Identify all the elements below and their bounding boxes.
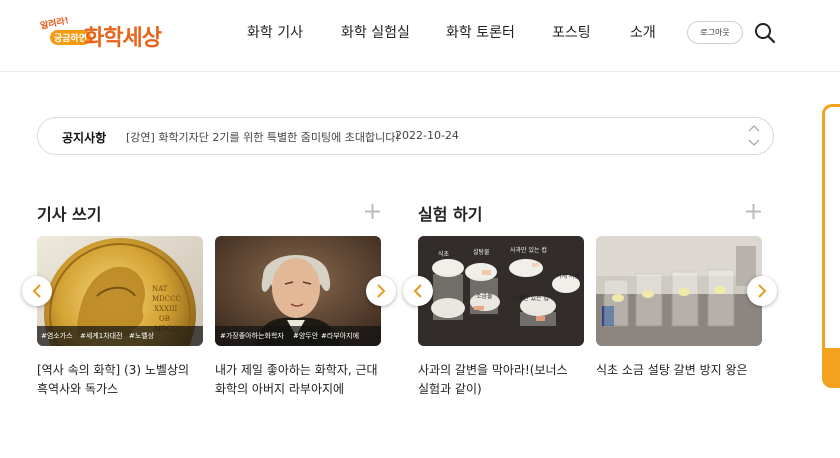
article-card-nobel[interactable]: NAT MDCCC XXXIII OB MDCCC #염소가스 #세계1차대전 … — [37, 236, 203, 346]
svg-text:MDCCC: MDCCC — [152, 295, 181, 303]
photo-label: 사과만 있는 컵 — [510, 246, 547, 254]
plus-icon[interactable] — [745, 203, 762, 220]
caption-line: 식초 소금 설탕 갈변 방지 왕은 — [596, 363, 748, 377]
article-card-lavoisier[interactable]: #가장좋아하는화학자 #양두안 #라부아지에 — [215, 236, 381, 346]
carousel-prev-button[interactable] — [22, 276, 52, 306]
tag[interactable]: #노벨상 — [129, 331, 154, 341]
chevron-right-icon — [758, 284, 767, 298]
notice-text[interactable]: [강연] 화학기자단 2기를 위한 특별한 줌미팅에 초대합니다! — [126, 129, 400, 145]
photo-label: 설탕물 — [473, 248, 490, 256]
section-title-write: 기사 쓰기 — [37, 205, 102, 224]
chevron-down-icon[interactable] — [748, 138, 760, 148]
glasses-photo — [596, 236, 762, 346]
tag[interactable]: #라부아지에 — [321, 331, 359, 341]
chevron-left-icon — [32, 284, 41, 298]
nav-posting[interactable]: 포스팅 — [552, 22, 591, 42]
experiment-caption-glasses[interactable]: 식초 소금 설탕 갈변 방지 왕은 — [596, 361, 766, 380]
photo-label: 가게 사람 — [556, 272, 580, 280]
plus-icon[interactable] — [364, 203, 381, 220]
carousel-next-button[interactable] — [366, 276, 396, 306]
nav-about[interactable]: 소개 — [630, 22, 656, 42]
tag[interactable]: #가장좋아하는화학자 — [220, 331, 284, 341]
chevron-left-icon — [413, 284, 422, 298]
logo-text: 화학세상 — [84, 26, 162, 51]
svg-text:XXXIII: XXXIII — [154, 305, 177, 313]
article-caption-lavoisier[interactable]: 내가 제일 좋아하는 화학자, 근대 화학의 아버지 라부아지에 — [215, 361, 385, 399]
experiment-card-glasses[interactable] — [596, 236, 762, 346]
tag-bar: #가장좋아하는화학자 #양두안 #라부아지에 — [215, 326, 381, 346]
tag[interactable]: #양두안 — [293, 331, 318, 341]
caption-line: [역사 속의 화학] (3) 노벨상의 — [37, 363, 190, 377]
search-icon[interactable] — [754, 22, 776, 44]
site-logo[interactable]: 알려라! 궁금하면 화학세상 — [36, 14, 176, 54]
chevron-right-icon — [377, 284, 386, 298]
caption-line: 흑역사와 독가스 — [37, 382, 119, 396]
article-caption-nobel[interactable]: [역사 속의 화학] (3) 노벨상의 흑역사와 독가스 — [37, 361, 207, 399]
notice-label: 공지사항 — [62, 131, 107, 145]
site-header: 알려라! 궁금하면 화학세상 화학 기사 화학 실험실 화학 토론터 포스팅 소… — [0, 0, 840, 72]
chevron-up-icon[interactable] — [748, 123, 760, 133]
photo-label: 사과만 있는 컵 — [512, 294, 549, 302]
apple-cups-photo: 식초 설탕물 사과만 있는 컵 소금물 사과만 있는 컵 가게 사람 — [418, 236, 584, 346]
photo-label: 식초 — [438, 250, 450, 258]
logout-button[interactable]: 로그아웃 — [687, 21, 743, 44]
section-title-experiment: 실험 하기 — [418, 205, 483, 224]
tag[interactable]: #염소가스 — [41, 331, 73, 341]
photo-label: 소금물 — [476, 293, 493, 300]
caption-line: 실험과 같이) — [418, 382, 482, 396]
caption-line: 내가 제일 좋아하는 화학자, 근대 — [215, 363, 378, 377]
nav-chem-debate[interactable]: 화학 토론터 — [446, 22, 515, 42]
carousel-prev-button[interactable] — [403, 276, 433, 306]
carousel-next-button[interactable] — [747, 276, 777, 306]
side-floating-widget[interactable] — [822, 104, 840, 388]
caption-line: 화학의 아버지 라부아지에 — [215, 382, 345, 396]
caption-line: 사과의 갈변을 막아라!(보너스 — [418, 363, 568, 377]
svg-text:OB: OB — [159, 315, 170, 323]
svg-text:NAT: NAT — [152, 285, 168, 293]
nav-chem-lab[interactable]: 화학 실험실 — [341, 22, 410, 42]
notice-bar: 공지사항 [강연] 화학기자단 2기를 위한 특별한 줌미팅에 초대합니다! 2… — [37, 117, 774, 155]
tag-bar: #염소가스 #세계1차대전 #노벨상 — [37, 326, 203, 346]
nav-chem-articles[interactable]: 화학 기사 — [247, 22, 303, 42]
tag[interactable]: #세계1차대전 — [80, 331, 123, 341]
experiment-card-apple[interactable]: 식초 설탕물 사과만 있는 컵 소금물 사과만 있는 컵 가게 사람 — [418, 236, 584, 346]
notice-date: 2022-10-24 — [395, 129, 459, 142]
experiment-caption-apple[interactable]: 사과의 갈변을 막아라!(보너스 실험과 같이) — [418, 361, 588, 399]
